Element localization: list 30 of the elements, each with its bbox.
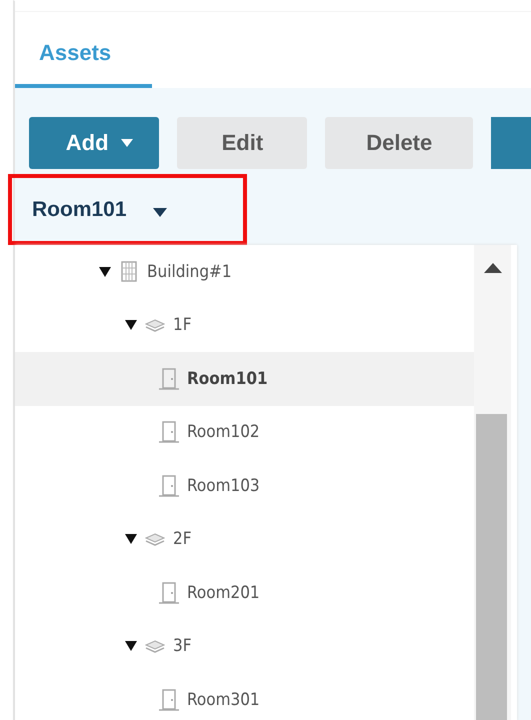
tree-item[interactable]: 3F [15,620,474,673]
layers-icon [145,531,165,548]
door-icon [159,474,179,497]
tree-item[interactable]: Room102 [15,406,474,459]
door-icon [159,368,179,390]
layers-icon [145,317,165,334]
caret-icon [120,139,133,147]
caret-icon[interactable] [125,534,137,544]
caret-icon[interactable] [125,320,137,330]
tree-item[interactable]: 1F [15,298,474,352]
door-icon [159,421,179,444]
tree-item[interactable]: Room103 [15,459,474,512]
tree-item[interactable]: 2F [15,512,474,566]
tree-item[interactable]: Room101 [15,352,474,406]
building-icon [119,260,139,284]
location-dropdown[interactable]: Room101 [32,198,167,222]
scrollbar-thumb[interactable] [476,414,507,720]
tree-item[interactable]: Room201 [15,566,474,620]
scroll-up-icon[interactable] [484,263,502,273]
edit-button[interactable]: Edit [177,117,308,169]
delete-button[interactable]: Delete [325,117,473,169]
add-button[interactable]: Add [29,117,160,169]
caret-icon[interactable] [99,266,111,277]
caret-icon [152,208,167,217]
tree-item[interactable]: Building#1 [15,245,474,298]
layers-icon [145,638,165,654]
door-icon [159,688,179,711]
tree-item[interactable]: Room301 [15,673,474,720]
caret-icon[interactable] [125,641,137,652]
door-icon [159,582,179,604]
